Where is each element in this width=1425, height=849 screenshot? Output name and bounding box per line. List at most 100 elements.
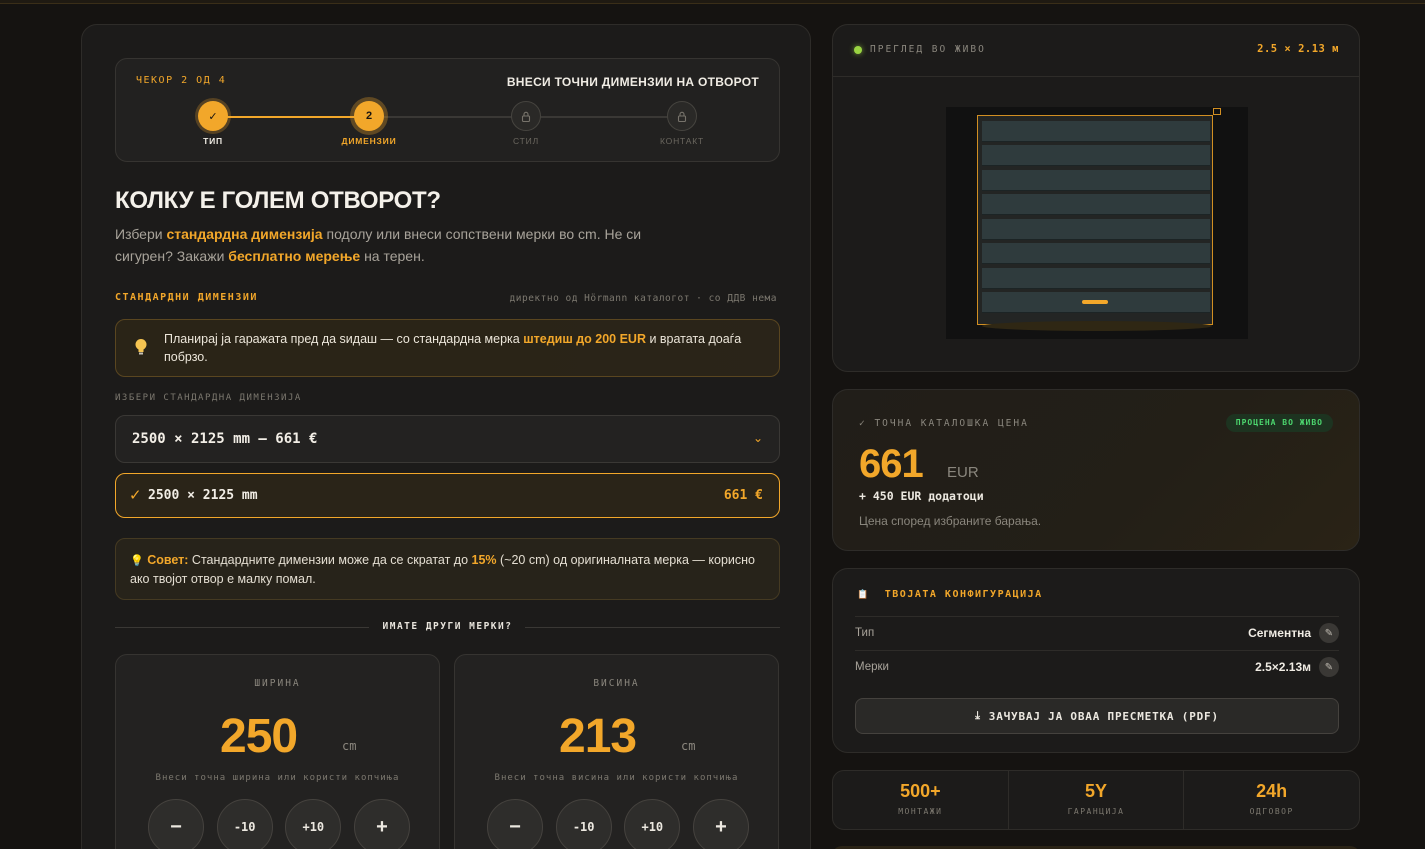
divider-label: ИМАТЕ ДРУГИ МЕРКИ? — [382, 621, 513, 632]
door-panel — [982, 267, 1210, 289]
config-value: Сегментна — [1248, 626, 1311, 640]
intro-text-part: на терен. — [360, 248, 425, 264]
stat-value: 500+ — [900, 781, 941, 801]
stat-warranty: 5Y ГАРАНЦИЈА — [1009, 771, 1185, 829]
download-icon: ⤓ — [975, 709, 981, 722]
step-number: 2 — [354, 101, 384, 131]
standard-dimension-link[interactable]: стандардна димензија — [166, 226, 322, 242]
height-stepper: − -10 +10 + — [487, 799, 749, 849]
selected-option: 2500 × 2125 mm — 661 € — [132, 431, 318, 447]
page-title: КОЛКУ Е ГОЛЕМ ОТВОРОТ? — [115, 187, 441, 214]
clipboard-icon: 📋 — [857, 590, 870, 600]
config-row-dimensions: Мерки 2.5×2.13м ✎ — [855, 650, 1339, 684]
width-decrement-button[interactable]: − — [148, 799, 204, 849]
top-accent-line — [0, 0, 1425, 4]
width-stepper: − -10 +10 + — [148, 799, 410, 849]
pencil-icon[interactable]: ✎ — [1319, 623, 1339, 643]
check-icon: ✓ — [129, 487, 142, 504]
custom-dimensions-divider: ИМАТЕ ДРУГИ МЕРКИ? — [115, 621, 780, 635]
width-increment-button[interactable]: + — [353, 799, 410, 849]
stat-response: 24h ОДГОВОР — [1184, 771, 1359, 829]
save-pdf-button[interactable]: ⤓ ЗАЧУВАЈ ЈА ОВАА ПРЕСМЕТКА (PDF) — [855, 698, 1339, 734]
standard-dimension-select[interactable]: 2500 × 2125 mm — 661 € ⌄ — [115, 415, 780, 463]
height-increment-button[interactable]: + — [692, 799, 749, 849]
door-handle — [1082, 300, 1108, 304]
configuration-card: 📋 ТВОЈАТА КОНФИГУРАЦИЈА Тип Сегментна ✎ … — [832, 568, 1360, 753]
price-caption: ✓ ТОЧНА КАТАЛОШКА ЦЕНА — [859, 418, 1029, 429]
check-icon: ✓ — [198, 101, 228, 131]
garage-door-panels — [982, 121, 1210, 313]
chevron-down-icon: ⌄ — [752, 431, 763, 445]
live-preview-card: ПРЕГЛЕД ВО ЖИВО 2.5 × 2.13 м — [832, 24, 1360, 372]
width-unit: cm — [342, 739, 357, 753]
config-value: 2.5×2.13м — [1255, 660, 1311, 674]
height-caption: ВИСИНА — [593, 678, 640, 689]
step-label: КОНТАКТ — [660, 136, 704, 146]
door-preview-stage — [946, 107, 1248, 339]
step-dimensions[interactable]: 2 ДИМЕНЗИИ — [329, 101, 409, 146]
live-status-dot — [854, 46, 862, 54]
intro-text-part: Избери — [115, 226, 167, 242]
option-price: 661 € — [723, 488, 763, 503]
tip-text: Планирај ја гаражата пред да ѕидаш — со … — [164, 330, 744, 366]
selected-dimension-option[interactable]: ✓ 2500 × 2125 mm 661 € — [115, 473, 780, 518]
height-value[interactable]: 213 — [559, 709, 637, 764]
width-plus-10-button[interactable]: +10 — [285, 799, 342, 849]
tip-savings: штедиш до 200 EUR — [523, 332, 646, 346]
height-plus-10-button[interactable]: +10 — [624, 799, 681, 849]
step-type[interactable]: ✓ ТИП — [173, 101, 253, 146]
advice-text-part: Стандардните димензии може да се скратат… — [188, 553, 472, 567]
price-extras: + 450 EUR додатоци — [859, 489, 984, 503]
lightbulb-icon — [134, 338, 148, 361]
pencil-icon[interactable]: ✎ — [1319, 657, 1339, 677]
stat-installations: 500+ МОНТАЖИ — [833, 771, 1009, 829]
dimensions-form-panel: ЧЕКОР 2 ОД 4 ВНЕСИ ТОЧНИ ДИМЕНЗИИ НА ОТВ… — [81, 24, 811, 849]
live-estimate-badge: ПРОЦЕНА ВО ЖИВО — [1225, 414, 1333, 432]
height-hint: Внеси точна висина или користи копчиња — [494, 773, 739, 783]
save-pdf-label: ЗАЧУВАЈ ЈА ОВАА ПРЕСМЕТКА (PDF) — [988, 709, 1219, 723]
width-hint: Внеси точна ширина или користи копчиња — [155, 773, 400, 783]
height-minus-10-button[interactable]: -10 — [555, 799, 612, 849]
free-measurement-link[interactable]: бесплатно мерење — [228, 248, 360, 264]
step-label: ДИМЕНЗИИ — [341, 136, 397, 146]
tip-text-part: Планирај ја гаражата пред да ѕидаш — со … — [164, 332, 524, 346]
door-panel — [982, 194, 1210, 216]
lock-icon — [667, 101, 697, 131]
width-caption: ШИРИНА — [254, 678, 301, 689]
lightbulb-icon: 💡 — [130, 555, 144, 567]
stat-value: 5Y — [1084, 781, 1108, 801]
floor-shadow — [982, 321, 1212, 331]
door-panel — [982, 243, 1210, 265]
advice-box: 💡 Совет: Стандардните димензии може да с… — [115, 538, 780, 600]
stat-label: ОДГОВОР — [1249, 807, 1294, 816]
stat-label: МОНТАЖИ — [898, 807, 943, 816]
progress-stepper: ЧЕКОР 2 ОД 4 ВНЕСИ ТОЧНИ ДИМЕНЗИИ НА ОТВ… — [115, 58, 780, 162]
config-key: Мерки — [855, 661, 889, 673]
price-card: ✓ ТОЧНА КАТАЛОШКА ЦЕНА ПРОЦЕНА ВО ЖИВО 6… — [832, 389, 1360, 551]
lock-icon — [511, 101, 541, 131]
configuration-title-text: ТВОЈАТА КОНФИГУРАЦИЈА — [884, 589, 1043, 600]
config-key: Тип — [855, 627, 875, 639]
catalog-note: директно од Hörmann каталогот · со ДДВ н… — [509, 293, 777, 304]
step-track — [213, 116, 682, 118]
advice-title: Совет: — [147, 553, 189, 567]
door-panel — [982, 218, 1210, 240]
advice-text: 💡 Совет: Стандардните димензии може да с… — [130, 551, 760, 588]
intro-text: Избери стандардна димензија подолу или в… — [115, 223, 675, 267]
step-counter: ЧЕКОР 2 ОД 4 — [136, 75, 227, 86]
preview-title: ПРЕГЛЕД ВО ЖИВО — [870, 44, 986, 55]
door-panel — [982, 145, 1210, 167]
door-panel — [982, 169, 1210, 191]
resize-handle-icon[interactable] — [1213, 108, 1221, 115]
height-unit: cm — [681, 739, 696, 753]
step-label: СТИЛ — [513, 136, 539, 146]
height-input-card: ВИСИНА 213 cm Внеси точна висина или кор… — [454, 654, 779, 849]
garage-door-frame — [977, 115, 1213, 325]
width-minus-10-button[interactable]: -10 — [216, 799, 273, 849]
width-value[interactable]: 250 — [220, 709, 298, 764]
height-decrement-button[interactable]: − — [487, 799, 543, 849]
preview-header: ПРЕГЛЕД ВО ЖИВО 2.5 × 2.13 м — [833, 25, 1359, 77]
planning-tip: Планирај ја гаражата пред да ѕидаш — со … — [115, 319, 780, 377]
option-dimensions: 2500 × 2125 mm — [148, 488, 258, 503]
select-label: ИЗБЕРИ СТАНДАРДНА ДИМЕНЗИЈА — [115, 393, 302, 403]
